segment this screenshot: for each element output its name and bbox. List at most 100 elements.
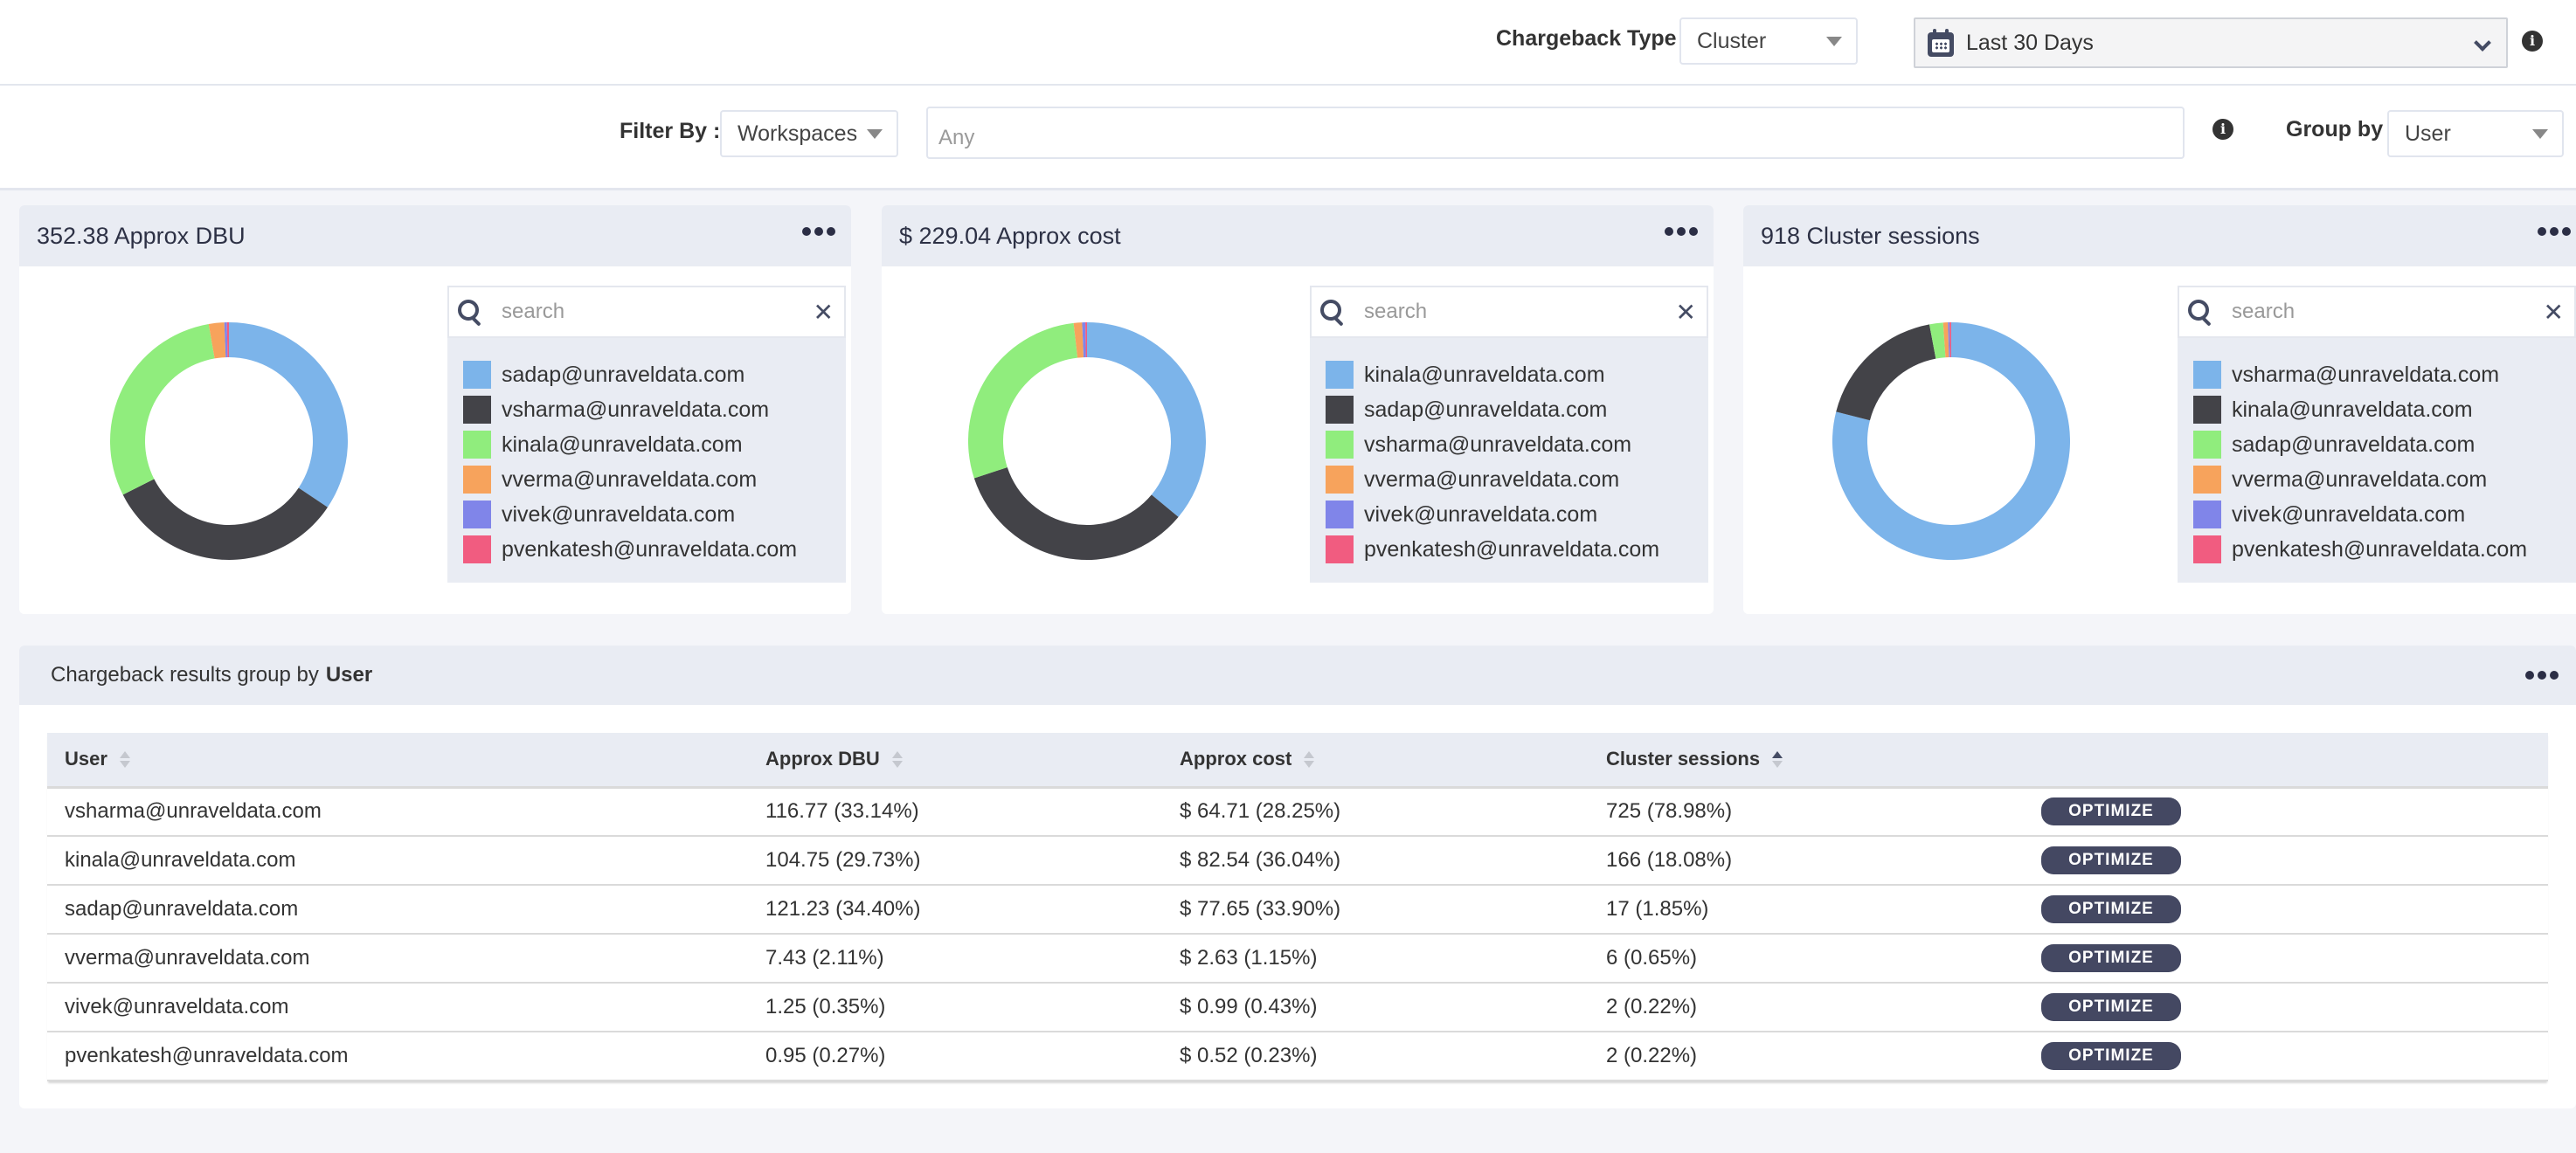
- optimize-button[interactable]: OPTIMIZE: [2041, 797, 2181, 826]
- legend-item[interactable]: vsharma@unraveldata.com: [1326, 427, 1708, 462]
- legend-swatch: [463, 431, 491, 459]
- date-range-picker[interactable]: Last 30 Days: [1914, 17, 2508, 68]
- calendar-icon: [1928, 29, 1954, 57]
- legend-item[interactable]: vivek@unraveldata.com: [1326, 497, 1708, 532]
- more-options-icon[interactable]: [1665, 227, 1698, 236]
- sort-ascending-icon[interactable]: [1772, 750, 1783, 770]
- donut-slice-kinala[interactable]: [1836, 324, 1936, 421]
- legend-item[interactable]: sadap@unraveldata.com: [2193, 427, 2576, 462]
- legend-item[interactable]: kinala@unraveldata.com: [2193, 392, 2576, 427]
- legend-item[interactable]: vverma@unraveldata.com: [1326, 462, 1708, 497]
- legend-search-box[interactable]: search ✕: [1310, 286, 1708, 338]
- donut-chart: [110, 322, 348, 560]
- cell-action: OPTIMIZE: [2024, 885, 2548, 935]
- legend-item[interactable]: vivek@unraveldata.com: [463, 497, 846, 532]
- more-options-icon[interactable]: [2525, 671, 2559, 680]
- legend-label: kinala@unraveldata.com: [2232, 397, 2473, 422]
- legend-item[interactable]: pvenkatesh@unraveldata.com: [2193, 532, 2576, 567]
- legend-item[interactable]: vivek@unraveldata.com: [2193, 497, 2576, 532]
- cell-sessions: 6 (0.65%): [1589, 934, 2024, 984]
- date-range-value: Last 30 Days: [1966, 30, 2094, 55]
- more-options-icon[interactable]: [2538, 227, 2571, 236]
- chargeback-results-panel: Chargeback results group by User User Ap…: [19, 646, 2576, 1108]
- donut-slice-kinala[interactable]: [1087, 322, 1206, 517]
- cell-dbu: 7.43 (2.11%): [748, 934, 1162, 984]
- card-header: $ 229.04 Approx cost: [882, 205, 1714, 266]
- donut-slice-vsharma[interactable]: [968, 322, 1078, 479]
- legend-item[interactable]: vsharma@unraveldata.com: [463, 392, 846, 427]
- table-row: vverma@unraveldata.com 7.43 (2.11%) $ 2.63…: [47, 934, 2548, 984]
- filter-by-select[interactable]: Workspaces: [720, 110, 898, 157]
- column-header-cluster-sessions[interactable]: Cluster sessions: [1589, 733, 2024, 789]
- cell-sessions: 166 (18.08%): [1589, 836, 2024, 886]
- sort-icon[interactable]: [891, 750, 903, 770]
- column-header-approx-dbu[interactable]: Approx DBU: [748, 733, 1162, 789]
- legend-label: vsharma@unraveldata.com: [2232, 362, 2500, 387]
- legend-item[interactable]: vverma@unraveldata.com: [463, 462, 846, 497]
- optimize-button[interactable]: OPTIMIZE: [2041, 1042, 2181, 1070]
- legend-search-box[interactable]: search ✕: [447, 286, 846, 338]
- card-title: 352.38 Approx DBU: [37, 222, 246, 249]
- donut-slice-sadap[interactable]: [973, 467, 1179, 560]
- donut-slice-kinala[interactable]: [110, 324, 215, 495]
- chart-legend: search ✕ kinala@unraveldata.com sadap@unr…: [1310, 286, 1708, 583]
- legend-item[interactable]: pvenkatesh@unraveldata.com: [463, 532, 846, 567]
- chargeback-type-select[interactable]: Cluster: [1679, 17, 1858, 65]
- donut-chart: [968, 322, 1206, 560]
- legend-label: vivek@unraveldata.com: [2232, 501, 2466, 527]
- optimize-button[interactable]: OPTIMIZE: [2041, 895, 2181, 923]
- legend-search-box[interactable]: search ✕: [2178, 286, 2576, 338]
- legend-list: vsharma@unraveldata.com kinala@unraveldat…: [2178, 338, 2576, 567]
- cell-user: pvenkatesh@unraveldata.com: [47, 1032, 748, 1081]
- sort-icon[interactable]: [1304, 750, 1315, 770]
- cell-user: sadap@unraveldata.com: [47, 885, 748, 935]
- table-row: pvenkatesh@unraveldata.com 0.95 (0.27%) $ …: [47, 1032, 2548, 1081]
- filter-by-label: Filter By :: [620, 119, 721, 143]
- cell-dbu: 121.23 (34.40%): [748, 885, 1162, 935]
- cell-cost: $ 0.52 (0.23%): [1162, 1032, 1589, 1081]
- info-icon[interactable]: i: [2212, 119, 2233, 140]
- legend-item[interactable]: sadap@unraveldata.com: [1326, 392, 1708, 427]
- legend-label: vivek@unraveldata.com: [502, 501, 736, 527]
- filter-value-input[interactable]: [926, 107, 2185, 159]
- more-options-icon[interactable]: [802, 227, 835, 236]
- close-icon[interactable]: ✕: [2544, 298, 2564, 327]
- optimize-button[interactable]: OPTIMIZE: [2041, 993, 2181, 1021]
- cell-user: kinala@unraveldata.com: [47, 836, 748, 886]
- legend-swatch: [463, 501, 491, 528]
- donut-slice-vsharma[interactable]: [122, 479, 328, 560]
- close-icon[interactable]: ✕: [814, 298, 834, 327]
- table-row: vsharma@unraveldata.com 116.77 (33.14%) $ …: [47, 787, 2548, 837]
- cell-sessions: 17 (1.85%): [1589, 885, 2024, 935]
- cell-action: OPTIMIZE: [2024, 983, 2548, 1032]
- info-icon[interactable]: i: [2522, 31, 2543, 52]
- donut-slice-sadap[interactable]: [229, 322, 348, 507]
- legend-item[interactable]: vverma@unraveldata.com: [2193, 462, 2576, 497]
- legend-item[interactable]: pvenkatesh@unraveldata.com: [1326, 532, 1708, 567]
- optimize-button[interactable]: OPTIMIZE: [2041, 846, 2181, 874]
- legend-swatch: [463, 466, 491, 494]
- cell-action: OPTIMIZE: [2024, 934, 2548, 984]
- column-header-user[interactable]: User: [47, 733, 748, 789]
- legend-swatch: [463, 396, 491, 424]
- legend-item[interactable]: kinala@unraveldata.com: [1326, 357, 1708, 392]
- legend-label: vverma@unraveldata.com: [1364, 466, 1620, 492]
- sort-icon[interactable]: [119, 750, 130, 770]
- legend-item[interactable]: sadap@unraveldata.com: [463, 357, 846, 392]
- legend-swatch: [2193, 396, 2221, 424]
- results-body: vsharma@unraveldata.com 116.77 (33.14%) $ …: [47, 787, 2548, 1081]
- legend-swatch: [1326, 535, 1354, 563]
- column-header-approx-cost[interactable]: Approx cost: [1162, 733, 1589, 789]
- cell-dbu: 0.95 (0.27%): [748, 1032, 1162, 1081]
- cell-dbu: 116.77 (33.14%): [748, 787, 1162, 837]
- legend-item[interactable]: kinala@unraveldata.com: [463, 427, 846, 462]
- legend-label: sadap@unraveldata.com: [1364, 397, 1608, 422]
- optimize-button[interactable]: OPTIMIZE: [2041, 944, 2181, 972]
- legend-list: sadap@unraveldata.com vsharma@unraveldata…: [447, 338, 846, 567]
- group-by-select[interactable]: User: [2387, 110, 2564, 157]
- legend-swatch: [1326, 396, 1354, 424]
- close-icon[interactable]: ✕: [1676, 298, 1696, 327]
- caret-down-icon: [1826, 37, 1842, 46]
- legend-swatch: [463, 361, 491, 389]
- legend-item[interactable]: vsharma@unraveldata.com: [2193, 357, 2576, 392]
